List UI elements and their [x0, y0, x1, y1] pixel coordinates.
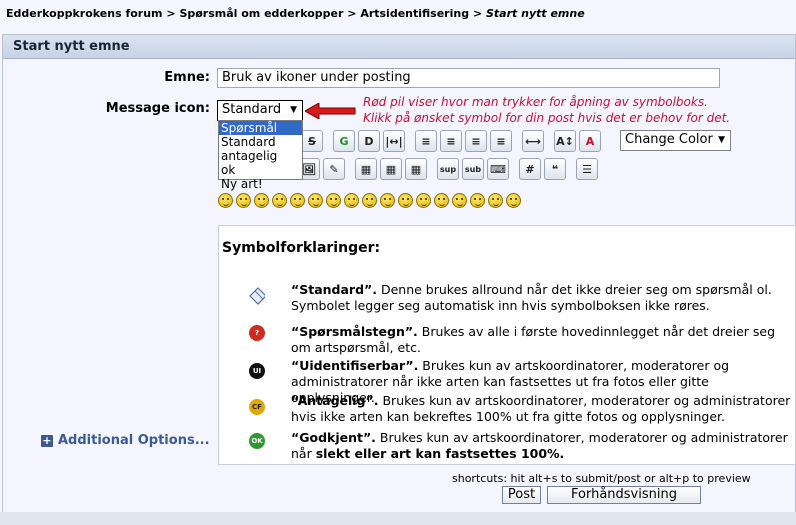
smiley-icon[interactable]: [272, 193, 287, 208]
justify-icon[interactable]: ≡: [490, 130, 512, 152]
option-standard[interactable]: Standard: [219, 135, 302, 149]
smiley-icon[interactable]: [218, 193, 233, 208]
list-icon[interactable]: ☰: [576, 158, 598, 180]
unidentified-icon: UI: [249, 363, 265, 379]
breadcrumb-current: Start nytt emne: [486, 7, 585, 20]
smiley-icon[interactable]: [254, 193, 269, 208]
subject-input[interactable]: Bruk av ikoner under posting: [217, 68, 720, 88]
sub-icon[interactable]: sub: [462, 158, 484, 180]
smiley-icon[interactable]: [308, 193, 323, 208]
smiley-icon[interactable]: [434, 193, 449, 208]
shortcuts-hint: shortcuts: hit alt+s to submit/post or a…: [452, 472, 751, 485]
additional-options-link[interactable]: + Additional Options...: [41, 433, 210, 448]
smiley-icon[interactable]: [290, 193, 305, 208]
smiley-icon[interactable]: [362, 193, 377, 208]
option-ny-art[interactable]: Ny art!: [219, 177, 302, 191]
smiley-icon[interactable]: [452, 193, 467, 208]
breadcrumb: Edderkoppkrokens forum > Spørsmål om edd…: [6, 7, 585, 20]
subject-label: Emne:: [164, 70, 210, 85]
quote-icon[interactable]: ❝: [544, 158, 566, 180]
option-antagelig[interactable]: antagelig: [219, 149, 302, 163]
smiley-icon[interactable]: [416, 193, 431, 208]
marquee-icon[interactable]: |↔|: [383, 130, 405, 152]
smiley-icon[interactable]: [470, 193, 485, 208]
message-icon-select[interactable]: Standard ▼: [217, 100, 303, 121]
change-color-select[interactable]: Change Color ▼: [620, 130, 731, 151]
font-size-icon[interactable]: A↕: [554, 130, 576, 152]
smiley-icon[interactable]: [380, 193, 395, 208]
panel-footer: [0, 512, 796, 525]
smiley-icon[interactable]: [326, 193, 341, 208]
smiley-icon[interactable]: [344, 193, 359, 208]
toolbar-row-1: S G D |↔| ≡ ≡ ≡ ≡ ⟷ A↕ A: [301, 130, 601, 152]
align-right-icon[interactable]: ≡: [465, 130, 487, 152]
toolbar-row-2: 🖼 ✎ ▦ ▦ ▦ sup sub ⌨ # ❝ ☰: [298, 158, 598, 180]
standard-icon: [249, 287, 265, 305]
panel-title: Start nytt emne: [3, 35, 795, 59]
code-icon[interactable]: #: [519, 158, 541, 180]
smiley-icon[interactable]: [236, 193, 251, 208]
glow-icon[interactable]: G: [333, 130, 355, 152]
align-left-icon[interactable]: ≡: [415, 130, 437, 152]
option-ok[interactable]: ok: [219, 163, 302, 177]
chevron-down-icon: ▼: [718, 135, 725, 145]
message-editor[interactable]: Symbolforklaringer: “Standard”. Denne br…: [218, 225, 796, 465]
teletype-icon[interactable]: ⌨: [487, 158, 509, 180]
preview-button[interactable]: Forhåndsvisning: [547, 486, 701, 504]
approved-icon: OK: [249, 433, 265, 449]
option-sporsmal[interactable]: Spørsmål: [219, 121, 302, 135]
message-icon-label: Message icon:: [105, 101, 210, 116]
plus-icon: +: [41, 433, 53, 447]
breadcrumb-link-questions[interactable]: Spørsmål om edderkopper: [179, 7, 343, 20]
breadcrumb-link-identification[interactable]: Artsidentifisering: [360, 7, 469, 20]
message-icon-dropdown[interactable]: Spørsmål Standard antagelig ok Ny art!: [218, 120, 303, 191]
smiley-icon[interactable]: [506, 193, 521, 208]
smiley-row: [218, 193, 521, 208]
probable-icon: CF: [249, 399, 265, 415]
shadow-icon[interactable]: D: [358, 130, 380, 152]
insert-icon[interactable]: ✎: [323, 158, 345, 180]
strike-icon[interactable]: S: [301, 130, 323, 152]
legend-title: Symbolforklaringer:: [222, 240, 381, 256]
breadcrumb-link-forum[interactable]: Edderkoppkrokens forum: [6, 7, 163, 20]
post-button[interactable]: Post: [502, 486, 541, 504]
font-color-icon[interactable]: A: [579, 130, 601, 152]
table-icon[interactable]: ▦: [355, 158, 377, 180]
annotation-note: Rød pil viser hvor man trykker for åpnin…: [363, 95, 731, 125]
question-icon: ?: [249, 325, 265, 341]
chevron-down-icon: ▼: [290, 105, 297, 115]
align-center-icon[interactable]: ≡: [440, 130, 462, 152]
hr-icon[interactable]: ⟷: [522, 130, 544, 152]
table-cell-icon[interactable]: ▦: [405, 158, 427, 180]
smiley-icon[interactable]: [488, 193, 503, 208]
red-arrow-icon: [305, 103, 356, 119]
sup-icon[interactable]: sup: [437, 158, 459, 180]
smiley-icon[interactable]: [398, 193, 413, 208]
table-row-icon[interactable]: ▦: [380, 158, 402, 180]
